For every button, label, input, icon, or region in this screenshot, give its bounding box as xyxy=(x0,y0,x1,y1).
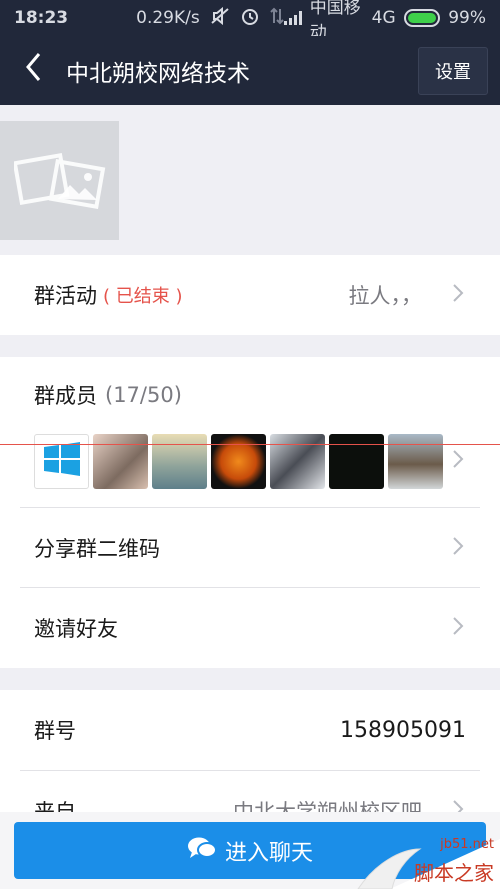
watermark-name: 脚本之家 xyxy=(414,861,494,885)
alarm-icon xyxy=(240,6,260,31)
watermark: jb51.net 脚本之家 xyxy=(350,819,500,889)
page-title: 中北朔校网络技术 xyxy=(66,60,250,87)
signal-icon xyxy=(283,11,302,25)
chevron-left-icon xyxy=(25,51,41,91)
settings-button[interactable]: 设置 xyxy=(418,47,488,95)
battery-icon xyxy=(403,9,441,27)
share-qr-label: 分享群二维码 xyxy=(34,536,160,561)
members-panel: 群成员 (17/50) 分享群二维码 邀请好友 xyxy=(0,357,500,668)
members-label: 群成员 xyxy=(34,384,97,408)
windows-logo-icon xyxy=(42,442,82,480)
network-type: 4G xyxy=(371,8,396,28)
nav-bar: 中北朔校网络技术 设置 xyxy=(0,36,500,105)
activity-row[interactable]: 群活动 ( 已结束 ) 拉人，， xyxy=(0,255,500,335)
mute-icon xyxy=(210,6,230,30)
activity-value: 拉人，， xyxy=(348,284,423,308)
member-avatar[interactable] xyxy=(270,433,325,489)
chat-bubble-icon xyxy=(187,836,217,866)
invite-label: 邀请好友 xyxy=(34,616,118,641)
group-avatar-area xyxy=(0,105,500,255)
status-time: 18:23 xyxy=(14,8,69,28)
chevron-right-icon xyxy=(452,613,464,643)
invite-row[interactable]: 邀请好友 xyxy=(0,588,500,667)
group-avatar-placeholder[interactable] xyxy=(0,121,119,240)
group-number-label: 群号 xyxy=(34,719,76,743)
chevron-right-icon xyxy=(452,533,464,563)
back-button[interactable] xyxy=(0,36,66,105)
group-number-row: 群号 158905091 xyxy=(0,690,500,770)
network-speed: 0.29K/s xyxy=(136,8,200,28)
member-avatar[interactable] xyxy=(152,433,207,489)
share-qr-row[interactable]: 分享群二维码 xyxy=(0,508,500,587)
member-avatar[interactable] xyxy=(211,433,266,489)
red-guide-line xyxy=(0,444,500,445)
from-label: 来自 xyxy=(34,800,76,812)
member-avatars[interactable] xyxy=(0,433,500,489)
chevron-right-icon xyxy=(452,280,464,310)
battery-percent: 99% xyxy=(448,8,486,28)
member-avatar[interactable] xyxy=(329,433,384,489)
members-header[interactable]: 群成员 (17/50) xyxy=(0,357,500,433)
from-value: 中北大学朔州校区吧 xyxy=(233,800,422,812)
activity-panel: 群活动 ( 已结束 ) 拉人，， xyxy=(0,255,500,335)
data-transfer-icon xyxy=(270,7,284,30)
member-avatar[interactable] xyxy=(388,433,443,489)
watermark-site: jb51.net xyxy=(440,837,494,852)
chevron-right-icon xyxy=(452,796,464,812)
group-info-panel: 群号 158905091 来自 中北大学朔州校区吧 xyxy=(0,690,500,812)
image-placeholder-icon xyxy=(12,149,106,213)
member-avatar-windows[interactable] xyxy=(34,433,89,489)
from-row[interactable]: 来自 中北大学朔州校区吧 xyxy=(0,771,500,812)
members-count: (17/50) xyxy=(105,383,182,407)
activity-label: 群活动 xyxy=(34,284,97,308)
chevron-right-icon xyxy=(452,446,464,476)
activity-status: ( 已结束 ) xyxy=(103,286,183,307)
enter-chat-label: 进入聊天 xyxy=(224,840,313,866)
member-avatar[interactable] xyxy=(93,433,148,489)
status-bar: 18:23 0.29K/s 中国移动 4G 99% xyxy=(0,0,500,43)
group-number-value: 158905091 xyxy=(340,717,466,743)
